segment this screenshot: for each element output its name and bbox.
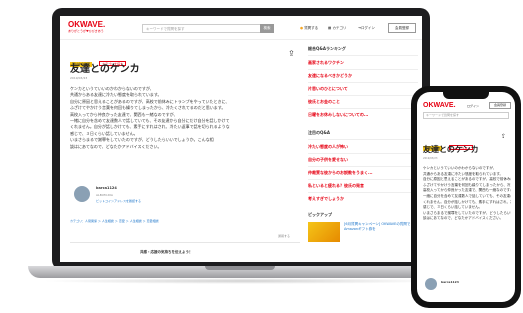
body-line: 自分に原因と思えることがあるのですが、高校で前休みにトランプをやっていたときに、: [423, 177, 511, 182]
search-button[interactable]: 検索: [260, 24, 274, 33]
register-button[interactable]: 会員登録: [388, 23, 416, 33]
divider: [308, 179, 418, 180]
pickup-title: ピックアップ: [308, 212, 332, 217]
site-header: OKWAVE. ありがとうが♥ひびきあう キーワードで質問を探す 検索 ● 質問…: [60, 16, 422, 40]
logo-tagline: ありがとうが♥ひびきあう: [68, 29, 104, 33]
avatar[interactable]: [74, 186, 90, 202]
question-body: ケンカというていいのかわからないのですが、 共通からある友達に冷たい態度を取られ…: [70, 86, 285, 150]
ranking-title: 総合Q&Aランキング: [308, 46, 346, 51]
nav-login-label: ログイン: [360, 26, 375, 30]
search-input[interactable]: キーワードで質問を探す: [142, 24, 262, 33]
report-link[interactable]: 通報する: [278, 234, 290, 238]
divider: [308, 166, 418, 167]
divider: [70, 242, 300, 243]
phone-question-title: 友達とのケンカ: [423, 145, 479, 154]
phone-login[interactable]: ログイン: [467, 104, 479, 108]
body-line: 談はにあてなので、どなたかアドバイスください。: [423, 216, 504, 221]
question-title: 友達とのケンカ: [70, 64, 140, 75]
phone-share-icon[interactable]: ⇪: [501, 133, 506, 140]
nav-ask[interactable]: ● 質問する: [300, 26, 318, 31]
laptop-shadow: [40, 278, 450, 284]
phone-avatar[interactable]: [425, 278, 437, 290]
pickup-text: [6月質問キャンペーン] OKWAVEの質問でAmazonギフト券を: [344, 222, 411, 231]
user-link[interactable]: ビットコインアドレスを確認する: [96, 199, 141, 203]
phone-logo-text: OKWAVE.: [423, 102, 456, 109]
nav-category[interactable]: ▦ カテゴリ: [328, 26, 346, 31]
user-meta: ALBUM-DIA: [96, 193, 113, 197]
user-name[interactable]: barca1124: [96, 186, 117, 190]
ranking-item[interactable]: 彼氏とお金のこと: [308, 99, 418, 105]
phone-user-name[interactable]: barca1124: [441, 280, 459, 284]
logo-text: OKWAVE.: [68, 20, 106, 29]
divider: [308, 95, 418, 96]
popular-item[interactable]: 冷たい態度の人が怖い: [308, 144, 418, 150]
popular-item[interactable]: 私といると疲れる？彼氏の発言: [308, 183, 418, 189]
body-line: 談はにあてなので、どなたかアドバイスください。: [70, 143, 162, 149]
ranking-item[interactable]: 片思いのひとについて: [308, 86, 418, 92]
nav-login[interactable]: ⇥ログイン: [358, 26, 375, 31]
pickup-image: [308, 222, 340, 242]
ranking-item[interactable]: 友達になるべきかどうか: [308, 73, 418, 79]
popular-item[interactable]: 自分の子供を愛せない: [308, 157, 418, 163]
phone-screen: OKWAVE. ログイン 会員登録 キーワードで質問を探す 受付中の質問 カテゴ…: [417, 92, 515, 302]
divider: [308, 139, 418, 140]
nav-category-label: カテゴリ: [332, 26, 347, 30]
ask-icon: ●: [300, 26, 304, 30]
phone-search-input[interactable]: キーワードで質問を探す: [423, 112, 509, 119]
divider: [308, 192, 418, 193]
divider: [308, 108, 418, 109]
phone-question-date: 2019/03/23: [423, 157, 438, 160]
support-banner: 共感・応援の気持ちを伝えよう！: [140, 250, 193, 254]
popular-item[interactable]: 考えすぎでしょうか: [308, 196, 418, 202]
divider: [308, 153, 418, 154]
body-line: 一緒に自分を含めて友達数人で話していても、その友達から自分にだけ自分を話しかけて: [423, 193, 511, 198]
phone-logo[interactable]: OKWAVE.: [423, 102, 456, 109]
question-date: 2019/03/23: [70, 76, 88, 80]
laptop-notch: [205, 266, 275, 270]
sidebar: 総合Q&Aランキング 画家されるワクチン 友達になるべきかどうか 片思いのひとに…: [308, 46, 418, 242]
nav-ask-label: 質問する: [304, 26, 319, 30]
site-logo[interactable]: OKWAVE. ありがとうが♥ひびきあう: [68, 20, 105, 33]
phone-register-button[interactable]: 会員登録: [489, 102, 511, 109]
divider: [308, 69, 418, 70]
ranking-item[interactable]: 画家されるワクチン: [308, 60, 418, 66]
divider: [308, 82, 418, 83]
category-breadcrumb[interactable]: カテゴリ：人間関係 ＞ 人生相談 ＞ 恋愛 ＞ 人生相談 ＞ 恋愛相談: [70, 219, 159, 223]
category-icon: ▦: [328, 26, 332, 30]
laptop-screen: OKWAVE. ありがとうが♥ひびきあう キーワードで質問を探す 検索 ● 質問…: [60, 16, 422, 262]
phone-notch: [443, 92, 489, 99]
ranking-item[interactable]: 日曜をお休みしないについての...: [308, 112, 418, 118]
share-icon[interactable]: ⇪: [288, 49, 295, 58]
popular-item[interactable]: 仲裁質な彼からのお説教をうまく...: [308, 170, 418, 176]
popular-title: 注目のQ&A: [308, 130, 330, 135]
phone-question-body: ケンカというていいのかわからないのですが、 共通からある友達に冷たい態度を取られ…: [423, 166, 511, 222]
divider: [308, 55, 418, 56]
pickup-card[interactable]: [6月質問キャンペーン] OKWAVEの質問でAmazonギフト券を: [308, 222, 418, 242]
